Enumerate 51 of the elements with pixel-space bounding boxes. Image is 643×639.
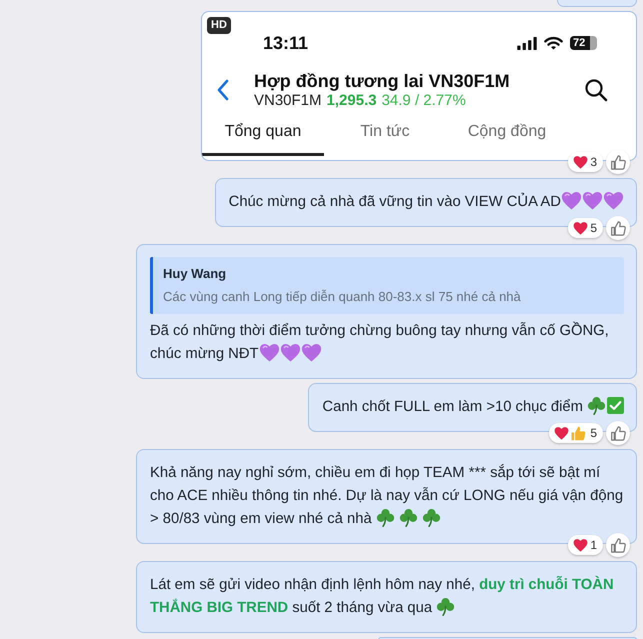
thumbs-up-icon [571,426,586,440]
back-icon [216,79,230,101]
thumbs-up-icon [610,220,626,236]
heart-icon [561,192,582,210]
status-time: 13:11 [263,32,308,54]
heart-icon [258,344,280,362]
clover-icon [376,508,395,527]
clover-icon [587,396,606,415]
thumbs-up-icon [610,154,626,170]
like-button[interactable] [606,421,630,445]
reactions-button[interactable]: 1 [568,535,603,555]
wifi-icon [544,36,563,50]
reactions-button[interactable]: 5 [549,423,603,443]
heart-icon [573,222,588,234]
thumbs-up-icon [610,538,626,552]
message-text: Đã có những thời điểm tưởng chừng buông tay nhưng vẫn cố GỒNG, chúc mừng NĐT [150,320,610,364]
like-button[interactable] [606,533,630,557]
thumbs-up-icon [610,426,626,440]
heart-icon [582,192,603,210]
heart-icon [300,344,322,362]
message-text: Chúc mừng cả nhà đã vững tin vào VIEW CỦA AD [228,191,624,214]
reactions-button[interactable]: 5 [568,218,603,238]
heart-icon [603,192,624,210]
hd-badge: HD [207,17,231,34]
heart-icon [280,344,301,362]
search-icon [584,78,608,102]
page-title: Hợp đồng tương lai VN30F1M [254,70,511,92]
quote-text: Các vùng canh Long tiếp diễn quanh 80-83.x sl 75 nhé cả nhà [163,288,522,306]
like-button[interactable] [606,216,630,240]
message-text: Canh chốt FULL em làm >10 chục điểm [322,396,624,419]
quote-block[interactable]: Huy Wang Các vùng canh Long tiếp diễn quanh 80-83.x sl 75 nhé cả nhà [150,257,624,314]
price-change: 34.9 / 2.77% [382,92,466,110]
clover-icon [398,508,418,527]
signal-icon [517,36,537,50]
battery-indicator: 72 [570,36,597,50]
tab-label: Tin tức [359,122,411,142]
message-text: Lát em sẽ gửi video nhận định lệnh hôm nay nhé, duy trì chuỗi TOÀN THẮNG BIG TREND suốt 2 tháng vừa qua [150,574,615,618]
heart-icon [573,538,588,552]
symbol-label: VN30F1M [254,92,322,110]
message-text: Khả năng nay nghỉ sớm, chiều em đi họp TEAM *** sắp tới sẽ bật mí cho ACE nhiều thông tin nhé. Dự là nay vẫn cứ LONG nếu giá vận động > 80/83 vùng em view nhé cả nhà [150,463,624,529]
tab-label: Cộng đồng [466,122,548,142]
clover-icon [422,508,441,527]
price-value: 1,295.3 [326,92,377,110]
heart-icon [554,426,570,440]
tab-label: Tổng quan [202,119,324,156]
clover-icon [436,597,456,616]
like-button[interactable] [606,150,630,174]
quote-author: Huy Wang [163,265,228,283]
heart-icon [573,156,588,168]
check-icon [607,397,624,414]
reactions-button[interactable]: 3 [568,152,603,172]
